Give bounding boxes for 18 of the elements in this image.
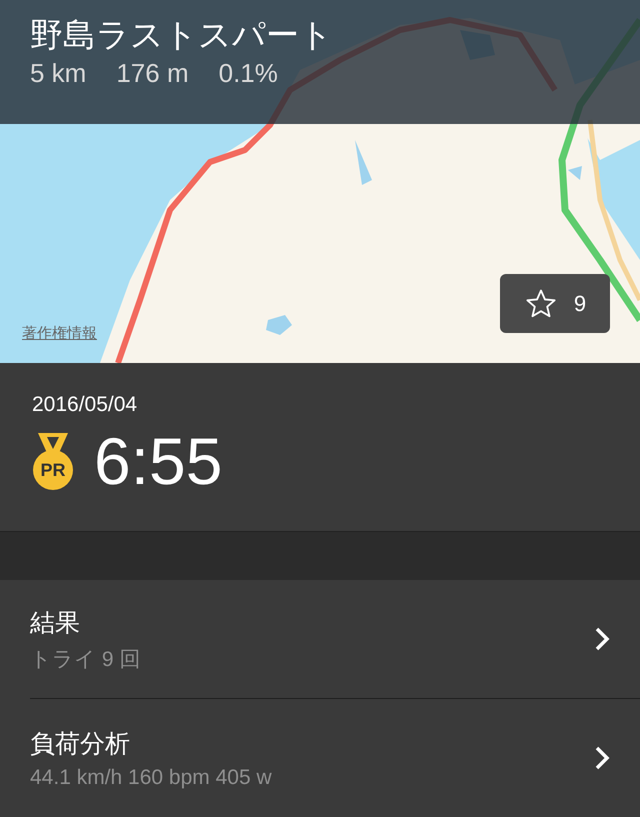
segment-stat: 0.1% bbox=[218, 58, 278, 89]
medal-icon bbox=[32, 433, 74, 490]
effort-date: 2016/05/04 bbox=[32, 393, 138, 417]
chevron-icon bbox=[594, 745, 610, 771]
chevron-icon bbox=[594, 626, 610, 652]
effort-time: 6:55 bbox=[94, 425, 222, 497]
legal-link[interactable]: 著作権情報 bbox=[22, 324, 97, 343]
row-title: 結果 bbox=[30, 608, 80, 638]
row-subtitle: トライ 9 回 bbox=[30, 646, 140, 672]
list-row[interactable]: 結果 トライ 9 回 bbox=[0, 580, 640, 698]
segment-stat: 5 km bbox=[30, 58, 86, 89]
list-row[interactable]: 負荷分析 44.1 km/h 160 bpm 405 w bbox=[0, 699, 640, 817]
star-button[interactable]: 9 bbox=[500, 274, 610, 333]
segment-title: 野島ラストスパート bbox=[30, 15, 334, 55]
pr-label: PR bbox=[41, 460, 65, 480]
row-title: 負荷分析 bbox=[30, 728, 130, 760]
segment-stat: 176 m bbox=[116, 58, 189, 89]
row-subtitle: 44.1 km/h 160 bpm 405 w bbox=[30, 766, 272, 790]
